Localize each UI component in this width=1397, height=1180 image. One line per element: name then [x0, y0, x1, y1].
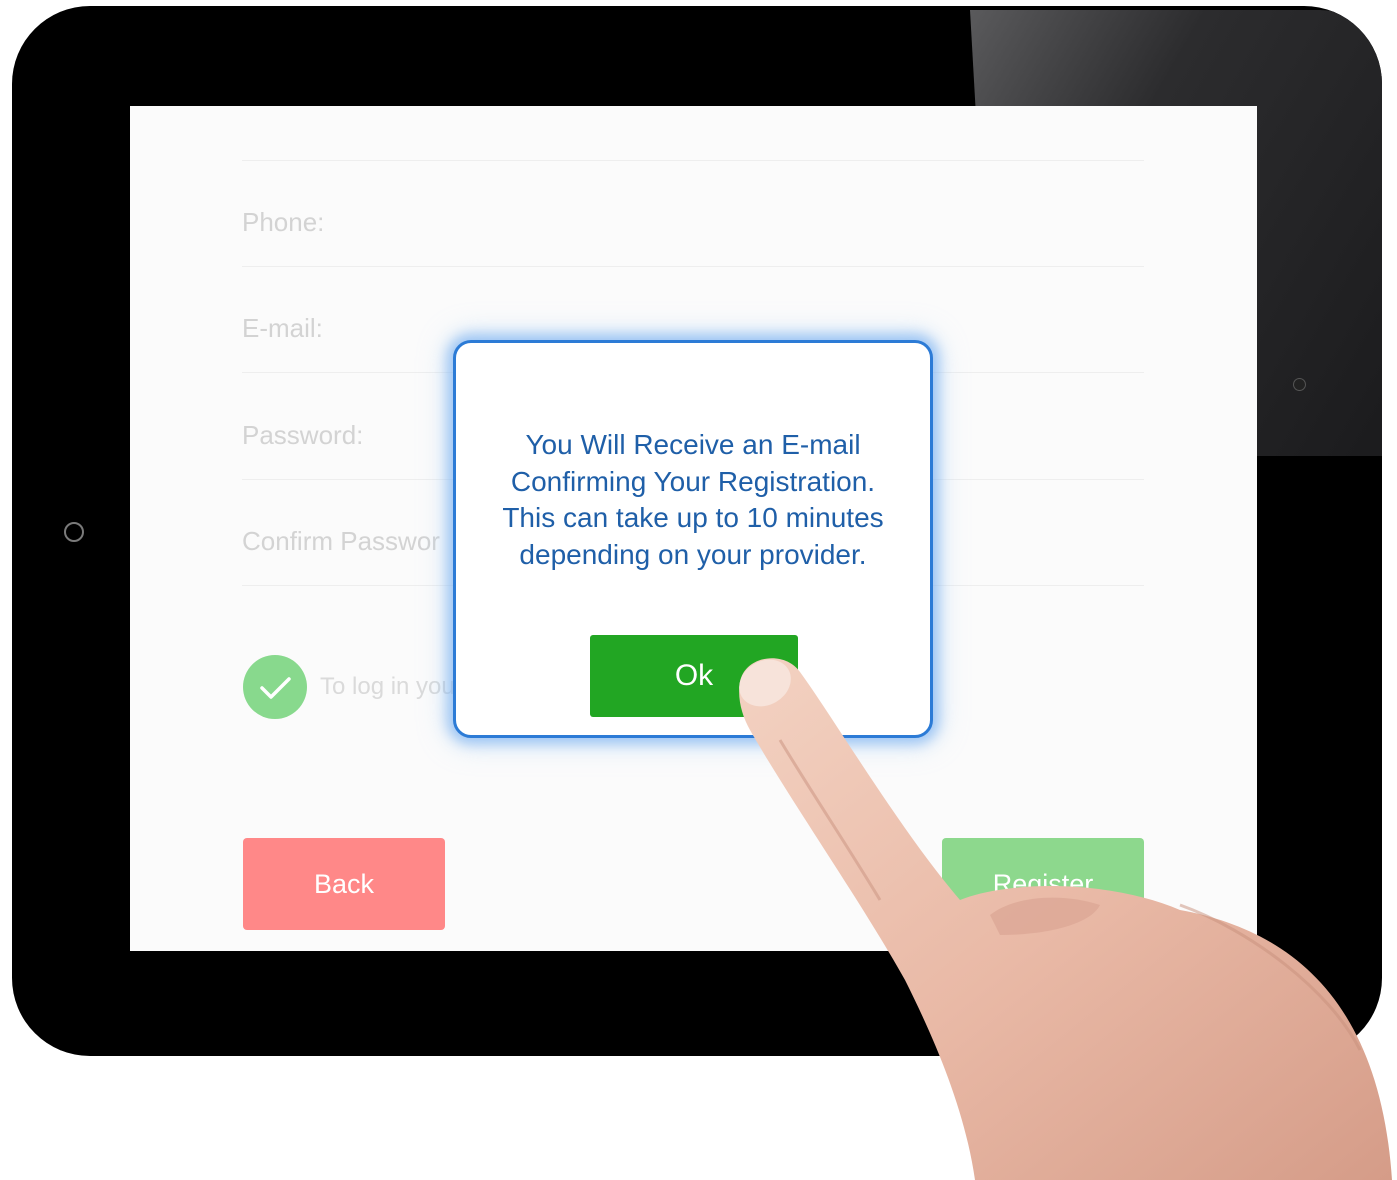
dialog-line-3: This can take up to 10 minutes	[502, 502, 884, 533]
checkbox-text: To log in you	[320, 673, 455, 700]
phone-field[interactable]: Phone:	[242, 161, 1144, 267]
dialog-line-1: You Will Receive an E-mail	[525, 429, 861, 460]
camera-icon	[1293, 378, 1306, 391]
confirmation-dialog: You Will Receive an E-mail Confirming Yo…	[453, 340, 933, 738]
email-label: E-mail:	[242, 313, 323, 343]
register-button[interactable]: Register	[942, 838, 1144, 930]
agree-checkbox[interactable]	[243, 655, 307, 719]
confirm-password-label: Confirm Passwor	[242, 526, 440, 556]
dialog-line-4: depending on your provider.	[519, 538, 867, 570]
dialog-line-2: Confirming Your Registration.	[510, 465, 876, 497]
password-label: Password:	[242, 420, 364, 450]
check-icon	[260, 677, 291, 699]
back-button[interactable]: Back	[243, 838, 445, 930]
phone-label: Phone:	[242, 207, 325, 237]
home-button-icon	[64, 522, 84, 542]
dialog-message: You Will Receive an E-mail Confirming Yo…	[476, 427, 910, 573]
ok-button[interactable]: Ok	[590, 635, 798, 717]
